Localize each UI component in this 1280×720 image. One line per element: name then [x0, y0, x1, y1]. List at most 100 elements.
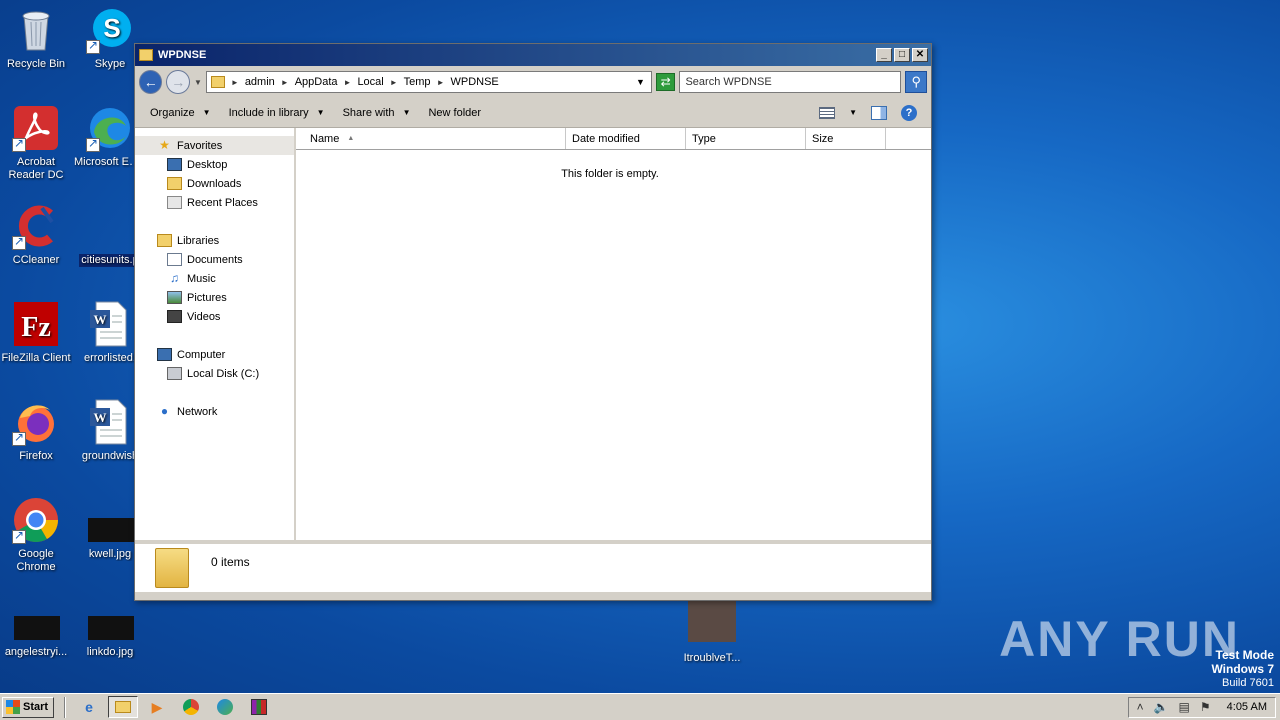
desktop-icon-recycle-bin[interactable]: Recycle Bin — [0, 6, 72, 71]
desktop-icon-angelestryi[interactable]: angelestryi... — [0, 594, 72, 659]
nav-computer[interactable]: Computer — [135, 345, 294, 364]
chevron-down-icon: ▼ — [316, 108, 325, 117]
breadcrumb: ► admin ► AppData ► Local ► Temp ► WPDNS… — [230, 76, 499, 88]
nav-label: Desktop — [187, 158, 228, 171]
help-icon[interactable]: ? — [901, 104, 917, 121]
forward-arrow-icon: → — [171, 74, 186, 90]
word-document-icon: W — [86, 300, 134, 348]
breadcrumb-admin[interactable]: admin — [245, 76, 275, 88]
desktop-icon — [167, 158, 182, 171]
command-bar: Organize ▼ Include in library ▼ Share with… — [135, 98, 931, 128]
column-header-row: Name ▲ Date modified Type Size — [296, 128, 931, 150]
taskbar-internet-explorer[interactable]: e — [74, 696, 104, 718]
column-header-type[interactable]: Type — [686, 128, 806, 149]
taskbar-winrar[interactable] — [244, 696, 274, 718]
change-view-icon[interactable] — [819, 106, 836, 119]
windows-logo-icon — [6, 700, 20, 714]
title-bar[interactable]: WPDNSE _ □ ✕ — [135, 44, 931, 66]
desktop-icon-label: Google Chrome — [16, 548, 56, 573]
desktop-icon-ccleaner[interactable]: CCleaner — [0, 202, 72, 267]
details-pane: 0 items — [135, 540, 931, 592]
svg-text:Fz: Fz — [21, 312, 51, 343]
volume-icon[interactable]: 🔈 — [1154, 700, 1169, 714]
breadcrumb-appdata[interactable]: AppData — [295, 76, 338, 88]
back-arrow-icon: ← — [143, 74, 158, 90]
search-input[interactable]: Search WPDNSE — [679, 71, 902, 93]
desktop-icon-filezilla[interactable]: Fz FileZilla Client — [0, 300, 72, 365]
skype-icon: S — [86, 6, 134, 54]
breadcrumb-wpdnse[interactable]: WPDNSE — [450, 76, 498, 88]
nav-label: Music — [187, 272, 216, 285]
address-dropdown-icon[interactable]: ▼ — [636, 77, 645, 87]
nav-pictures[interactable]: Pictures — [135, 288, 294, 307]
column-header-size[interactable]: Size — [806, 128, 886, 149]
network-icon[interactable]: ▤ — [1179, 700, 1190, 714]
nav-network[interactable]: ● Network — [135, 402, 294, 421]
taskbar-media-player[interactable]: ▶ — [142, 696, 172, 718]
clock[interactable]: 4:05 AM — [1227, 701, 1267, 713]
ccleaner-icon — [12, 202, 60, 250]
videos-icon — [167, 310, 182, 323]
nav-music[interactable]: ♫ Music — [135, 269, 294, 288]
desktop-icon-firefox[interactable]: Firefox — [0, 398, 72, 463]
nav-downloads[interactable]: Downloads — [135, 174, 294, 193]
desktop-icon-acrobat[interactable]: Acrobat Reader DC — [0, 104, 72, 182]
minimize-button[interactable]: _ — [876, 48, 892, 62]
include-in-library-menu[interactable]: Include in library ▼ — [220, 107, 334, 119]
firefox-icon — [12, 398, 60, 446]
nav-recent-places[interactable]: Recent Places — [135, 193, 294, 212]
breadcrumb-local[interactable]: Local — [357, 76, 383, 88]
forward-button[interactable]: → — [166, 70, 190, 94]
nav-videos[interactable]: Videos — [135, 307, 294, 326]
nav-favorites[interactable]: ★ Favorites — [135, 136, 294, 155]
desktop-icon-chrome[interactable]: Google Chrome — [0, 496, 72, 574]
explorer-window[interactable]: WPDNSE _ □ ✕ ← → ▼ ► admin ► AppData ► L… — [134, 43, 932, 601]
edge-icon — [217, 699, 233, 715]
start-button[interactable]: Start — [2, 696, 54, 718]
desktop-icon-label: Acrobat Reader DC — [8, 156, 64, 181]
desktop-icon-label: FileZilla Client — [1, 352, 71, 364]
close-button[interactable]: ✕ — [912, 48, 928, 62]
refresh-icon: ⇄ — [660, 75, 671, 89]
action-center-flag-icon[interactable]: ⚑ — [1200, 700, 1211, 714]
desktop-icon-label: angelestryi... — [4, 646, 68, 658]
nav-desktop[interactable]: Desktop — [135, 155, 294, 174]
system-tray: ˄ 🔈 ▤ ⚑ 4:05 AM — [1127, 696, 1276, 718]
nav-local-disk[interactable]: Local Disk (C:) — [135, 364, 294, 383]
filezilla-icon: Fz — [12, 300, 60, 348]
image-thumbnail-icon — [12, 594, 60, 642]
address-bar[interactable]: ► admin ► AppData ► Local ► Temp ► WPDNS… — [205, 71, 652, 93]
nav-label: Recent Places — [187, 196, 258, 209]
anyrun-watermark: ANY RUN — [999, 611, 1240, 667]
organize-menu[interactable]: Organize ▼ — [141, 107, 220, 119]
breadcrumb-temp[interactable]: Temp — [404, 76, 431, 88]
chrome-icon — [183, 699, 199, 715]
taskbar-edge[interactable] — [210, 696, 240, 718]
window-title: WPDNSE — [158, 49, 207, 61]
back-button[interactable]: ← — [139, 70, 163, 94]
desktop-icon-label: Firefox — [19, 450, 53, 462]
nav-documents[interactable]: Documents — [135, 250, 294, 269]
column-header-name[interactable]: Name ▲ — [296, 128, 566, 149]
preview-pane-icon[interactable] — [871, 105, 887, 120]
desktop-icon-label: citiesunits.p — [79, 254, 141, 267]
show-hidden-icons-icon[interactable]: ˄ — [1137, 700, 1144, 714]
search-button[interactable]: ⚲ — [905, 71, 927, 93]
taskbar-explorer[interactable] — [108, 696, 138, 718]
start-label: Start — [23, 701, 49, 713]
desktop-icon-linkdo[interactable]: linkdo.jpg — [74, 594, 146, 659]
column-header-date-modified[interactable]: Date modified — [566, 128, 686, 149]
recent-pages-dropdown-icon[interactable]: ▼ — [194, 78, 202, 87]
nav-libraries[interactable]: Libraries — [135, 231, 294, 250]
downloads-folder-icon — [167, 177, 182, 190]
desktop-icon-itroublve[interactable]: ItroublveT... — [676, 600, 748, 665]
new-folder-button[interactable]: New folder — [419, 107, 490, 119]
music-note-icon: ♫ — [170, 271, 179, 285]
share-with-menu[interactable]: Share with ▼ — [334, 107, 420, 119]
file-list-pane[interactable]: Name ▲ Date modified Type Size This folde… — [296, 128, 931, 540]
view-options-dropdown-icon[interactable]: ▼ — [849, 108, 857, 117]
maximize-button[interactable]: □ — [894, 48, 910, 62]
taskbar-chrome[interactable] — [176, 696, 206, 718]
nav-label: Documents — [187, 253, 243, 266]
refresh-button[interactable]: ⇄ — [655, 73, 676, 91]
